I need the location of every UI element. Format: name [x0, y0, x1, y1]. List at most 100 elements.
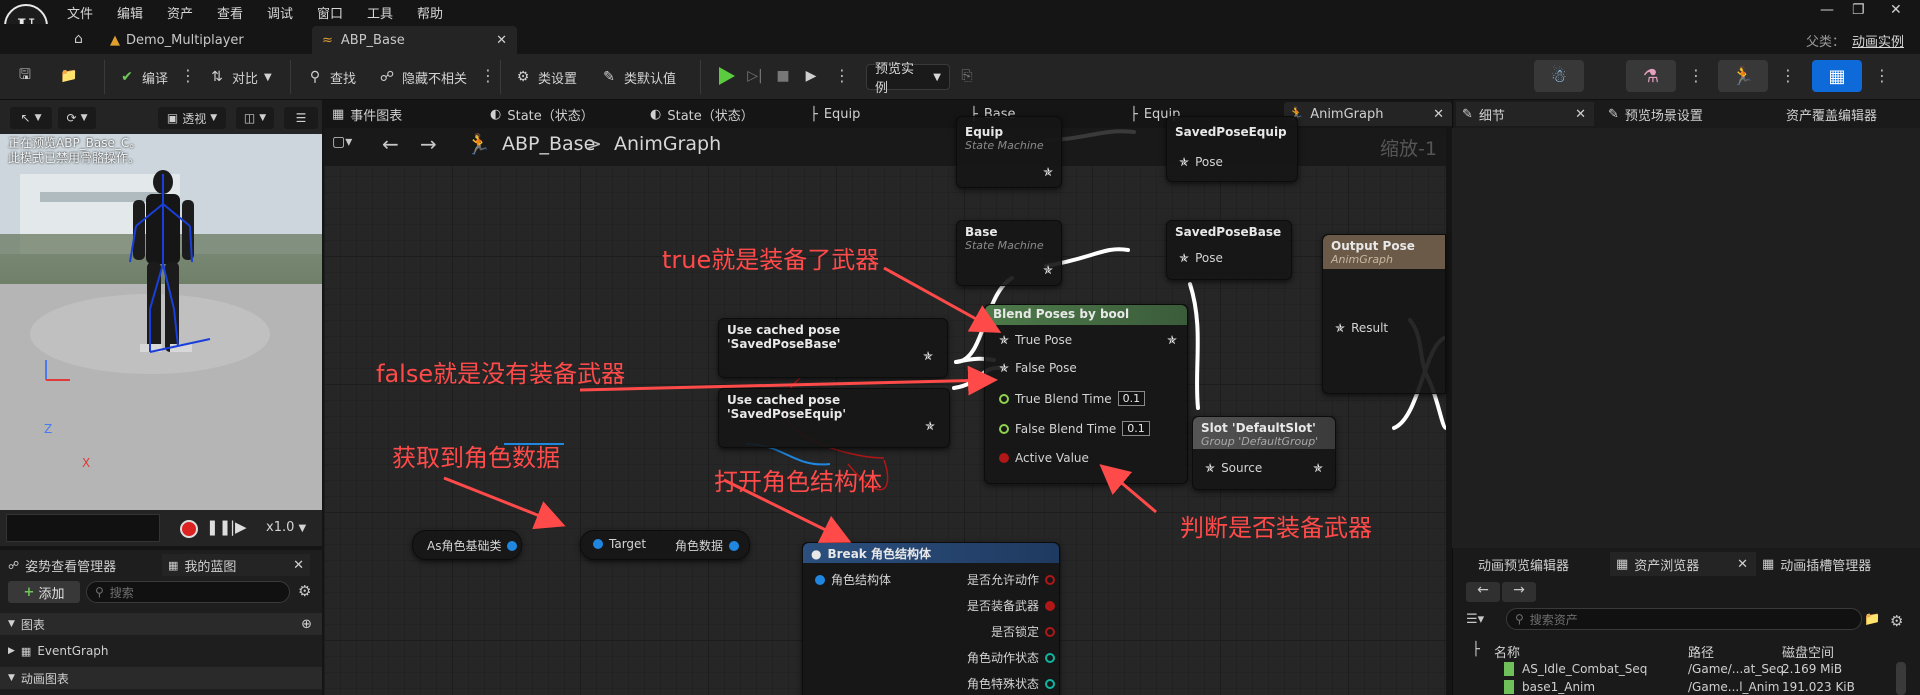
- pause-icon[interactable]: ❚❚: [206, 518, 231, 536]
- browse-icon[interactable]: 📁: [60, 67, 78, 85]
- animation-mode-button[interactable]: 🏃: [1718, 60, 1768, 92]
- view-mode-button[interactable]: ◫ ▼: [236, 107, 274, 129]
- viewport-rotate-button[interactable]: ⟳ ▼: [58, 107, 96, 129]
- gear-icon[interactable]: ⚙: [1890, 612, 1903, 630]
- menu-tools[interactable]: 工具: [367, 3, 393, 22]
- mesh-mode-button[interactable]: ⚗: [1626, 60, 1676, 92]
- animation-options-icon[interactable]: ⋮: [1780, 66, 1796, 85]
- hide-options-icon[interactable]: ⋮: [480, 66, 496, 85]
- home-icon[interactable]: ⌂: [74, 31, 83, 47]
- menu-asset[interactable]: 资产: [167, 3, 193, 22]
- preview-scene[interactable]: [0, 134, 322, 510]
- diff-button[interactable]: ⇅ 对比 ▼: [208, 66, 272, 88]
- table-row[interactable]: base1_Anim /Game...l_Anim 191.023 KiB: [1464, 680, 1900, 695]
- class-settings-label: 类设置: [538, 71, 578, 87]
- menu-window[interactable]: 窗口: [317, 3, 343, 22]
- step-icon[interactable]: ▷|: [746, 67, 764, 85]
- column-header-name[interactable]: 名称: [1494, 642, 1520, 661]
- class-defaults-button[interactable]: ✎ 类默认值: [600, 66, 676, 88]
- preview-instance-label: 预览实例: [875, 62, 915, 96]
- forward-arrow-icon[interactable]: →: [1502, 582, 1536, 602]
- section-anim-graphs[interactable]: ▼ 动画图表: [0, 667, 322, 689]
- playback-speed[interactable]: x1.0 ▼: [266, 520, 306, 535]
- tab-state-2[interactable]: ◐ State（状态）: [650, 102, 754, 126]
- menu-view[interactable]: 查看: [217, 3, 243, 22]
- filter-icon[interactable]: ☰▾: [1466, 612, 1484, 627]
- close-tab-icon[interactable]: ✕: [293, 558, 304, 573]
- back-arrow-icon[interactable]: ←: [1466, 582, 1500, 602]
- viewport-menu-button[interactable]: ☰: [284, 107, 318, 129]
- state-icon: ◐: [650, 106, 662, 122]
- record-icon[interactable]: [180, 520, 198, 538]
- simulate-icon[interactable]: ▶: [802, 67, 820, 85]
- tab-abp-base[interactable]: ≈ ABP_Base ✕: [312, 26, 517, 54]
- menu-edit[interactable]: 编辑: [117, 3, 143, 22]
- play-options-icon[interactable]: ⋮: [834, 66, 850, 85]
- menu-file[interactable]: 文件: [67, 3, 93, 22]
- tab-preview-scene-settings[interactable]: ✎ 预览场景设置: [1608, 102, 1703, 126]
- tab-state-1[interactable]: ◐ State（状态）: [490, 102, 594, 126]
- close-tab-icon[interactable]: ✕: [1433, 107, 1444, 122]
- add-button[interactable]: + 添加: [8, 581, 80, 603]
- tab-anim-graph[interactable]: 🏃 AnimGraph ✕: [1284, 102, 1452, 126]
- tab-equip-1[interactable]: ├ Equip: [810, 102, 860, 126]
- compile-button[interactable]: ✔ 编译: [118, 66, 168, 88]
- asset-search-input[interactable]: ⚲ 搜索资产: [1506, 608, 1862, 630]
- folder-icon[interactable]: 📁: [1864, 612, 1880, 627]
- tab-state-1-label: State（状态）: [507, 108, 594, 124]
- parent-class-label: 父类：: [1806, 35, 1846, 50]
- close-tab-icon[interactable]: ✕: [496, 33, 507, 48]
- perspective-button[interactable]: ▣ 透视 ▼: [158, 107, 226, 129]
- tab-asset-browser-label: 资产浏览器: [1634, 558, 1700, 574]
- tab-pose-watch-label: 姿势查看管理器: [25, 559, 117, 575]
- class-settings-button[interactable]: ⚙ 类设置: [514, 66, 577, 88]
- timeline-box[interactable]: [6, 514, 160, 542]
- mesh-options-icon[interactable]: ⋮: [1688, 66, 1704, 85]
- tab-pose-watch[interactable]: ☍ 姿势查看管理器: [8, 554, 116, 576]
- list-item-event-graph[interactable]: ▶ ▦ EventGraph: [0, 640, 322, 662]
- tab-my-blueprint[interactable]: ▦ 我的蓝图 ✕: [162, 554, 310, 576]
- table-row[interactable]: AS_Idle_Combat_Seq /Game/...at_Seq 2.169…: [1464, 662, 1900, 678]
- find-label: 查找: [330, 71, 357, 87]
- tab-project[interactable]: ▲ Demo_Multiplayer: [100, 26, 254, 54]
- tab-anim-slot-manager[interactable]: ▦ 动画插槽管理器: [1762, 552, 1871, 576]
- viewport-options-button[interactable]: ↖ ▼: [10, 107, 52, 129]
- compile-options-icon[interactable]: ⋮: [180, 66, 196, 85]
- skeleton-mode-button[interactable]: ☃: [1534, 60, 1584, 92]
- graph-icon: ▦: [332, 106, 345, 122]
- play-icon[interactable]: [716, 66, 736, 86]
- blueprint-mode-button[interactable]: ▦: [1812, 60, 1862, 92]
- column-options-icon[interactable]: ├: [1472, 642, 1480, 657]
- tab-event-graph[interactable]: ▦ 事件图表: [332, 102, 402, 126]
- asset-scrollbar[interactable]: [1896, 662, 1906, 695]
- tab-asset-browser[interactable]: ▦ 资产浏览器 ✕: [1610, 552, 1756, 576]
- blueprint-search-input[interactable]: ⚲ 搜索: [86, 581, 290, 603]
- pose-watch-icon: ☍: [8, 558, 20, 572]
- tab-anim-preview-editor[interactable]: 动画预览编辑器: [1478, 552, 1569, 576]
- stop-icon[interactable]: ■: [774, 67, 792, 85]
- save-icon[interactable]: 🖫: [16, 67, 34, 85]
- parent-class-link[interactable]: 动画实例: [1852, 31, 1904, 50]
- tab-details[interactable]: ✎ 细节 ✕: [1456, 102, 1594, 126]
- find-button[interactable]: ⚲ 查找: [306, 66, 356, 88]
- maximize-icon[interactable]: ❐: [1852, 2, 1865, 18]
- hide-unrelated-icon: ☍: [379, 69, 395, 85]
- minimize-icon[interactable]: —: [1820, 2, 1834, 18]
- close-tab-icon[interactable]: ✕: [1575, 107, 1586, 122]
- gear-icon[interactable]: ⚙: [298, 582, 311, 600]
- add-graph-icon[interactable]: ⊕: [301, 617, 312, 632]
- debug-filter-icon[interactable]: ⎘: [958, 67, 976, 85]
- column-header-path[interactable]: 路径: [1688, 642, 1714, 661]
- section-graphs[interactable]: ▼ 图表 ⊕: [0, 613, 322, 635]
- menu-help[interactable]: 帮助: [417, 3, 443, 22]
- step-forward-icon[interactable]: |▶: [230, 518, 247, 536]
- column-header-disk-space[interactable]: 磁盘空间: [1782, 642, 1834, 661]
- axis-z-label: Z: [44, 422, 53, 436]
- close-window-icon[interactable]: ✕: [1890, 2, 1902, 18]
- blueprint-options-icon[interactable]: ⋮: [1874, 66, 1890, 85]
- hide-unrelated-button[interactable]: ☍ 隐藏不相关: [378, 66, 467, 88]
- menu-debug[interactable]: 调试: [267, 3, 293, 22]
- close-tab-icon[interactable]: ✕: [1737, 557, 1748, 572]
- preview-instance-dropdown[interactable]: 预览实例 ▼: [866, 62, 950, 96]
- tab-asset-override-editor[interactable]: 资产覆盖编辑器: [1786, 102, 1877, 126]
